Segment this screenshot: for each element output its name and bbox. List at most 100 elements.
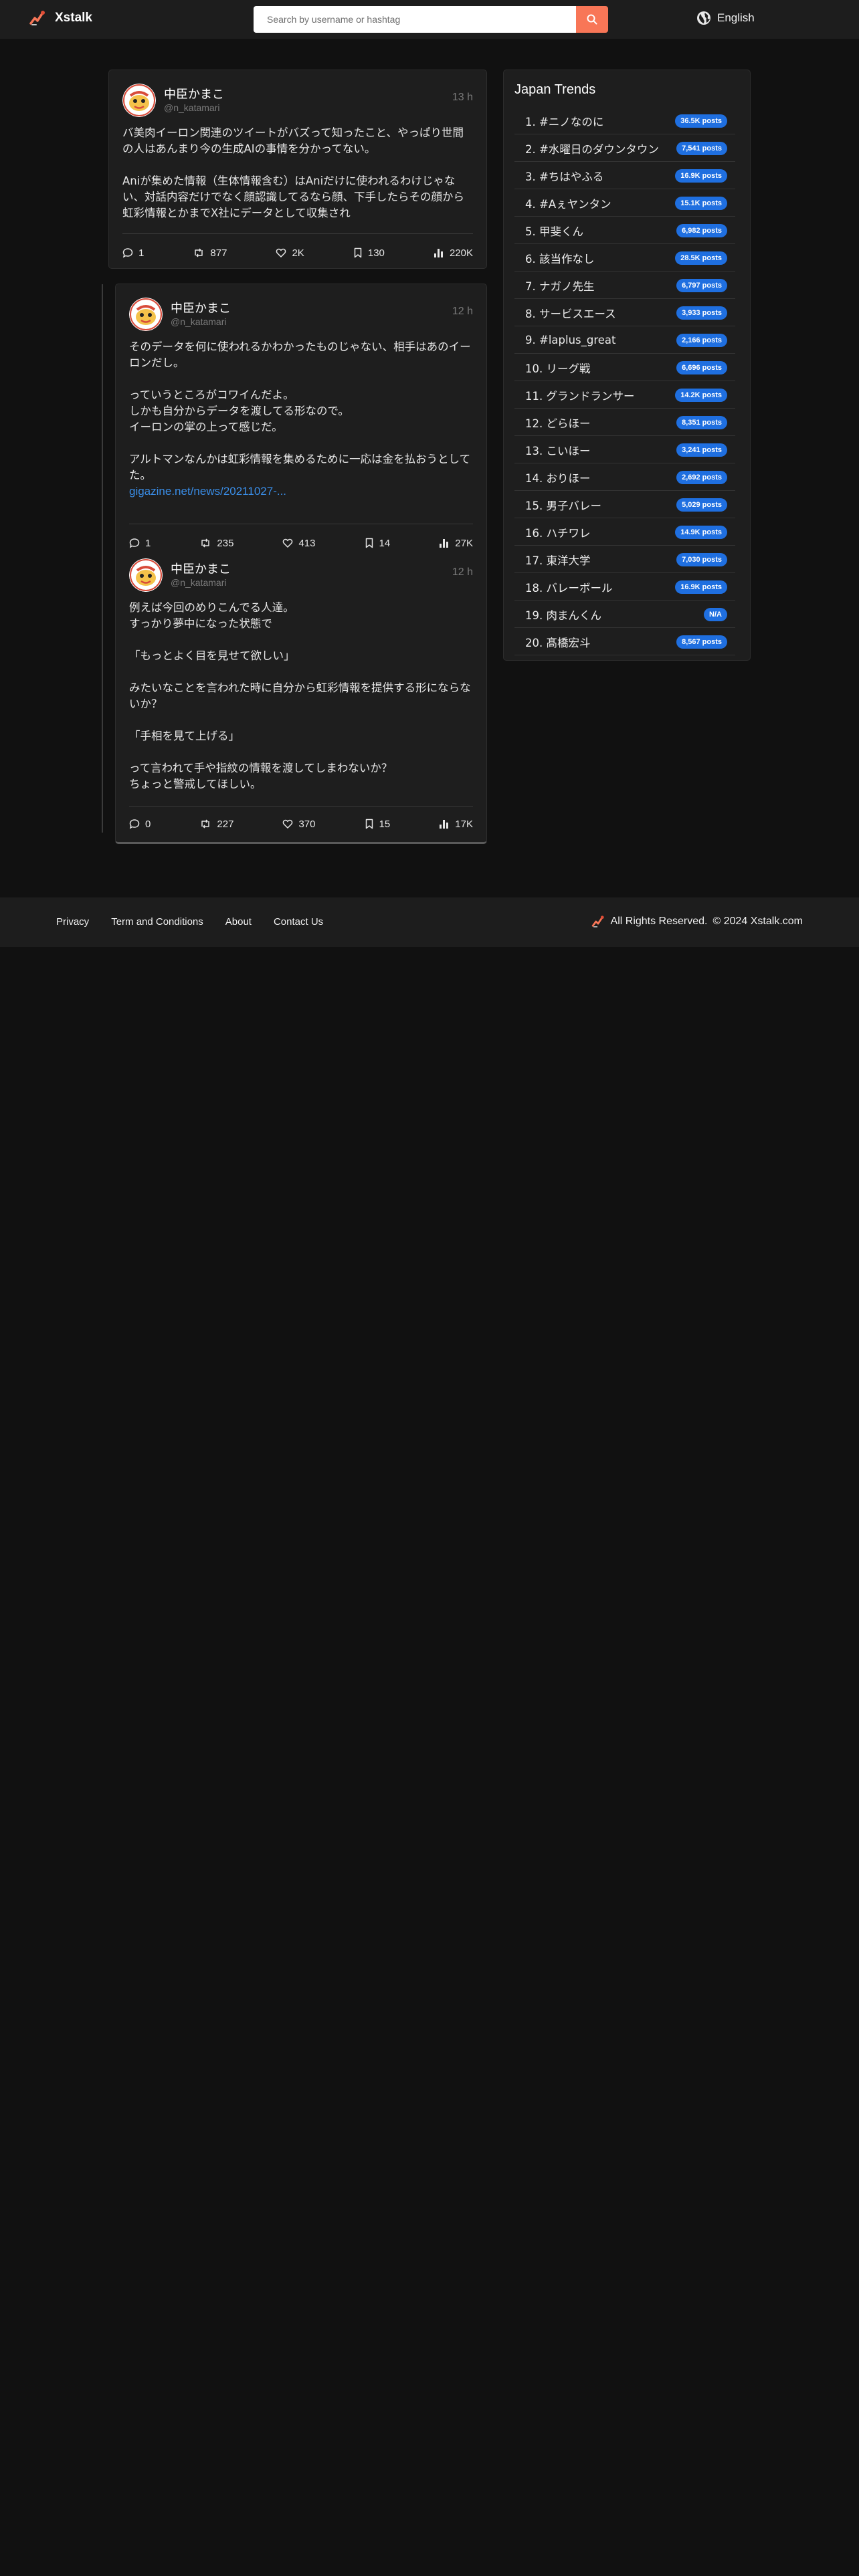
tweet-actions: 0 227 370 15 17K	[129, 817, 473, 831]
trend-label: 13. こいほー	[525, 444, 591, 457]
tweet-time: 12 h	[452, 566, 473, 578]
footer-link-contact[interactable]: Contact Us	[274, 916, 323, 928]
footer-link-terms[interactable]: Term and Conditions	[111, 916, 203, 928]
tweet-line	[122, 157, 473, 173]
trend-item[interactable]: 7. ナガノ先生 6,797 posts	[514, 272, 735, 299]
footer-link-privacy[interactable]: Privacy	[56, 916, 89, 928]
retweet-icon	[201, 819, 210, 829]
trend-item[interactable]: 15. 男子バレー 5,029 posts	[514, 492, 735, 518]
trend-item[interactable]: 10. リーグ戦 6,696 posts	[514, 354, 735, 381]
trend-post-count-badge: 7,541 posts	[676, 141, 727, 155]
trend-post-count-badge: 7,030 posts	[676, 552, 727, 566]
trend-item[interactable]: 4. #Aぇヤンタン 15.1K posts	[514, 190, 735, 217]
trend-label: 1. #ニノなのに	[525, 115, 604, 128]
tweet-line: 例えば今回のめりこんでる人達。	[129, 601, 294, 614]
trend-label: 15. 男子バレー	[525, 499, 601, 512]
like-button[interactable]: 2K	[276, 247, 304, 259]
trend-item[interactable]: 2. #水曜日のダウンタウン 7,541 posts	[514, 135, 735, 162]
views-indicator: 220K	[434, 247, 473, 259]
trend-label: 11. グランドランサー	[525, 389, 635, 403]
footer: Privacy Term and Conditions About Contac…	[0, 897, 859, 947]
bookmark-button[interactable]: 130	[353, 247, 385, 259]
tweet-line	[129, 664, 473, 680]
search-icon	[587, 14, 597, 25]
author-name[interactable]: 中臣かまこ	[164, 85, 224, 102]
author-name[interactable]: 中臣かまこ	[171, 299, 231, 316]
trend-post-count-badge: 8,567 posts	[676, 635, 727, 649]
comment-icon	[129, 819, 140, 829]
tweet-text: そのデータを何に使われるかわかったものじゃない、相手はあのイーロンだし。 ってい…	[129, 339, 473, 500]
footer-copyright: All Rights Reserved. © 2024 Xstalk.com	[591, 914, 803, 929]
author-name[interactable]: 中臣かまこ	[171, 560, 231, 577]
tweet-line: バ美肉イーロン関連のツイートがバズって知ったこと、やっぱり世間の人はあんまり今の…	[122, 126, 464, 155]
reply-button[interactable]: 1	[129, 538, 151, 549]
bar-chart-icon	[440, 539, 449, 548]
heart-icon	[276, 248, 286, 258]
retweet-button[interactable]: 227	[199, 819, 233, 830]
trend-item[interactable]: 3. #ちはやふる 16.9K posts	[514, 163, 735, 189]
trend-item[interactable]: 20. 髙橋宏斗 8,567 posts	[514, 629, 735, 655]
trend-item[interactable]: 12. どらほー 8,351 posts	[514, 409, 735, 436]
reply-button[interactable]: 1	[122, 247, 144, 259]
bookmark-count: 14	[379, 537, 391, 549]
trend-item[interactable]: 13. こいほー 3,241 posts	[514, 437, 735, 463]
like-button[interactable]: 370	[282, 819, 316, 830]
trend-post-count-badge: 14.2K posts	[675, 388, 727, 402]
trend-item[interactable]: 14. おりほー 2,692 posts	[514, 464, 735, 491]
tweet-line	[129, 712, 473, 728]
comment-icon	[122, 248, 133, 258]
author-handle[interactable]: @n_katamari	[171, 316, 226, 327]
retweet-count: 235	[217, 537, 234, 549]
trend-label: 14. おりほー	[525, 471, 591, 485]
trend-item[interactable]: 11. グランドランサー 14.2K posts	[514, 382, 735, 409]
tweet-line	[129, 632, 473, 648]
trend-item[interactable]: 18. バレーボール 16.9K posts	[514, 574, 735, 601]
trend-item[interactable]: 5. 甲斐くん 6,982 posts	[514, 217, 735, 244]
trend-item[interactable]: 16. ハチワレ 14.9K posts	[514, 519, 735, 546]
rights-text: All Rights Reserved.	[610, 916, 708, 927]
trend-item[interactable]: 6. 該当作なし 28.5K posts	[514, 245, 735, 272]
trend-post-count-badge: 28.5K posts	[675, 251, 727, 265]
bookmark-count: 15	[379, 818, 391, 830]
tweet-time: 12 h	[452, 306, 473, 317]
language-selector[interactable]: English	[696, 11, 755, 25]
retweet-button[interactable]: 235	[199, 538, 233, 549]
avatar[interactable]	[122, 84, 156, 117]
reply-tweet: 中臣かまこ @n_katamari 12 h 例えば今回のめりこんでる人達。 す…	[129, 558, 473, 831]
trend-item[interactable]: 1. #ニノなのに 36.5K posts	[514, 108, 735, 134]
author-handle[interactable]: @n_katamari	[164, 102, 219, 113]
tweet-actions: 1 235 413 14 27K	[129, 536, 473, 550]
author-handle[interactable]: @n_katamari	[171, 577, 226, 588]
tweet-link[interactable]: gigazine.net/news/20211027-...	[129, 485, 286, 498]
avatar-image	[129, 298, 163, 331]
avatar[interactable]	[129, 298, 163, 331]
reply-button[interactable]: 0	[129, 819, 151, 830]
trends-panel: Japan Trends 1. #ニノなのに 36.5K posts 2. #水曜日…	[503, 70, 751, 661]
trend-item[interactable]: 17. 東洋大学 7,030 posts	[514, 546, 735, 573]
trend-item[interactable]: 9. #laplus_great 2,166 posts	[514, 327, 735, 354]
bookmark-button[interactable]: 15	[365, 818, 391, 830]
tweet-divider	[122, 233, 473, 234]
avatar[interactable]	[129, 558, 163, 592]
top-navbar: Xstalk English	[0, 0, 859, 39]
bookmark-button[interactable]: 14	[365, 537, 391, 549]
search-button[interactable]	[576, 6, 608, 33]
avatar-image	[129, 558, 163, 592]
search-bar	[254, 6, 608, 33]
avatar-image	[122, 84, 156, 117]
trend-item[interactable]: 19. 肉まんくん N/A	[514, 601, 735, 628]
retweet-button[interactable]: 877	[193, 247, 227, 259]
trend-item[interactable]: 8. サービスエース 3,933 posts	[514, 300, 735, 326]
trend-label: 8. サービスエース	[525, 307, 616, 320]
trend-post-count-badge: 2,166 posts	[676, 333, 727, 347]
brand-name: Xstalk	[55, 11, 92, 25]
brand-link[interactable]: Xstalk	[28, 9, 92, 27]
trend-post-count-badge: 16.9K posts	[675, 580, 727, 594]
footer-link-about[interactable]: About	[225, 916, 252, 928]
search-input[interactable]	[254, 6, 577, 33]
reply-count: 1	[138, 247, 145, 259]
retweet-count: 227	[217, 818, 234, 830]
like-button[interactable]: 413	[282, 538, 316, 549]
trend-post-count-badge: 14.9K posts	[675, 525, 727, 539]
retweet-icon	[195, 248, 203, 257]
